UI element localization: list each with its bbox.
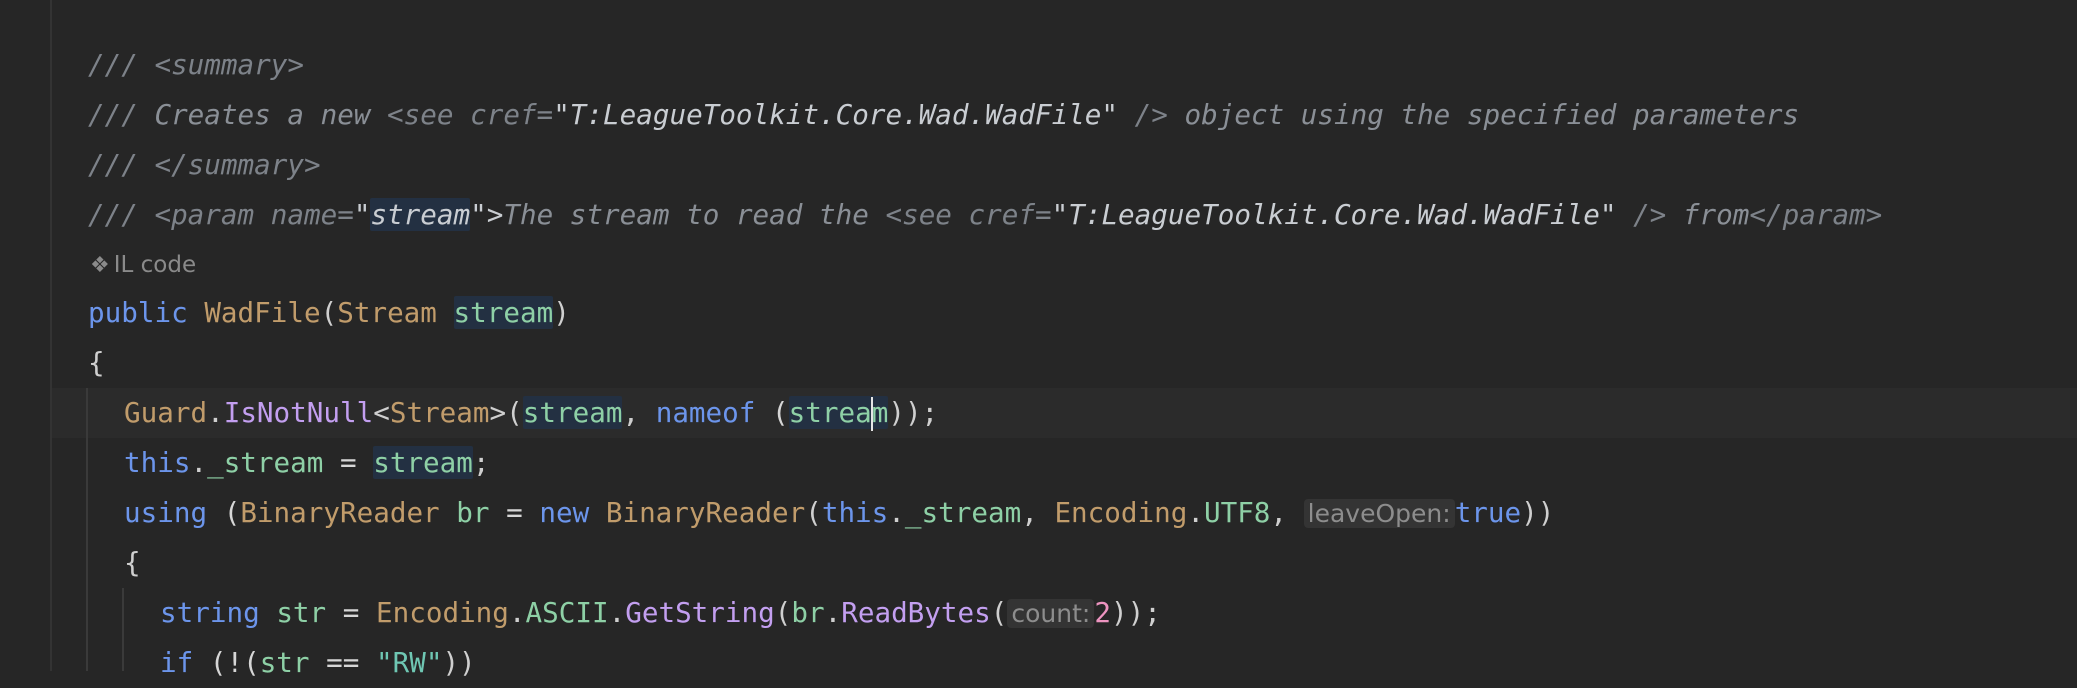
code-line-doc-summary-open[interactable]: /// <summary> — [88, 40, 304, 90]
indent-guide — [86, 388, 88, 671]
doc-tag: <param name= — [154, 198, 354, 231]
comment-slashes: /// — [88, 148, 155, 181]
doc-cref-value: "T:LeagueToolkit.Core.Wad.WadFile" — [553, 98, 1119, 131]
variable-reference[interactable]: stream — [373, 446, 473, 479]
doc-tag: </param> — [1749, 198, 1883, 231]
type-name[interactable]: BinaryReader — [606, 496, 805, 529]
il-code-codelens[interactable]: ❖ IL code — [90, 240, 196, 290]
code-line-open-brace[interactable]: { — [88, 338, 105, 388]
il-code-label: IL code — [113, 252, 197, 278]
keyword: using — [124, 496, 208, 529]
number-literal: 2 — [1094, 596, 1111, 629]
keyword: public — [88, 296, 188, 329]
code-line-assign-stream[interactable]: this._stream = stream; — [124, 438, 490, 488]
variable-name[interactable]: str — [276, 596, 326, 629]
type-name[interactable]: Encoding — [1054, 496, 1187, 529]
doc-cref-value: "T:LeagueToolkit.Core.Wad.WadFile" — [1051, 198, 1617, 231]
doc-tag: </summary> — [154, 148, 321, 181]
string-literal: "RW" — [375, 646, 443, 679]
property-name[interactable]: ASCII — [526, 596, 609, 629]
comment-slashes: /// — [88, 48, 155, 81]
type-name[interactable]: BinaryReader — [240, 496, 439, 529]
code-line-doc-summary-close[interactable]: /// </summary> — [88, 140, 321, 190]
field-name[interactable]: _stream — [905, 496, 1021, 529]
doc-tag: /> — [1616, 198, 1667, 231]
type-name[interactable]: Stream — [337, 296, 437, 329]
field-name[interactable]: _stream — [207, 446, 323, 479]
doc-tag: <see cref= — [387, 98, 554, 131]
punctuation: < — [373, 396, 390, 429]
code-line-using[interactable]: using (BinaryReader br = new BinaryReade… — [124, 488, 1554, 538]
method-name[interactable]: IsNotNull — [224, 396, 374, 429]
property-name[interactable]: UTF8 — [1204, 496, 1270, 529]
comment-slashes: /// — [88, 98, 155, 131]
variable-reference-with-caret[interactable]: stream — [788, 396, 889, 431]
keyword: nameof — [655, 396, 756, 429]
text-caret — [870, 397, 873, 431]
doc-text: Creates a new — [154, 98, 388, 131]
code-line-open-brace[interactable]: { — [124, 538, 141, 588]
doc-text: object using the specified parameters — [1167, 98, 1800, 131]
keyword: new — [539, 496, 590, 529]
method-name[interactable]: ReadBytes — [841, 596, 991, 629]
variable-name[interactable]: br — [456, 496, 489, 529]
code-line-get-string[interactable]: string str = Encoding.ASCII.GetString(br… — [160, 588, 1161, 638]
indent-guide — [122, 588, 124, 671]
doc-quote: "> — [470, 198, 504, 231]
keyword: this — [124, 446, 191, 479]
code-line-doc-summary-text[interactable]: /// Creates a new <see cref="T:LeagueToo… — [88, 90, 1799, 140]
keyword: if — [160, 646, 194, 679]
code-line-guard[interactable]: Guard.IsNotNull<Stream>(stream, nameof (… — [124, 388, 938, 438]
keyword: this — [821, 496, 889, 529]
doc-tag: <see cref= — [885, 198, 1052, 231]
parameter-name[interactable]: stream — [453, 296, 554, 329]
variable-reference[interactable]: str — [260, 646, 310, 679]
doc-text: The stream to read the — [503, 198, 886, 231]
type-name[interactable]: Guard — [124, 396, 207, 429]
punctuation: > — [489, 396, 507, 429]
keyword: true — [1454, 496, 1522, 529]
type-name[interactable]: Encoding — [376, 596, 509, 629]
il-code-icon: ❖ — [90, 253, 110, 278]
parameter-name-hint: leaveOpen: — [1303, 499, 1455, 528]
code-line-constructor-signature[interactable]: public WadFile(Stream stream) — [88, 288, 570, 338]
constructor-name[interactable]: WadFile — [204, 296, 320, 329]
doc-tag: /> — [1118, 98, 1168, 131]
doc-param-name[interactable]: stream — [370, 198, 471, 231]
doc-tag: <summary> — [154, 48, 304, 81]
brace: { — [88, 346, 105, 379]
method-name[interactable]: GetString — [625, 596, 775, 629]
brace: { — [124, 546, 141, 579]
variable-reference[interactable]: stream — [522, 396, 623, 429]
code-editor[interactable]: /// <summary> /// Creates a new <see cre… — [0, 0, 2077, 679]
parameter-name-hint: count: — [1007, 599, 1095, 628]
doc-quote: " — [353, 198, 371, 231]
code-line-doc-param[interactable]: /// <param name="stream">The stream to r… — [88, 190, 1882, 240]
comment-slashes: /// — [88, 198, 155, 231]
punctuation: ) — [553, 296, 570, 329]
variable-reference[interactable]: br — [791, 596, 824, 629]
gutter-divider — [50, 0, 52, 671]
code-line-if[interactable]: if (!(str == "RW")) — [160, 638, 476, 688]
keyword: string — [160, 596, 260, 629]
doc-text: from — [1666, 198, 1750, 231]
type-name[interactable]: Stream — [390, 396, 490, 429]
